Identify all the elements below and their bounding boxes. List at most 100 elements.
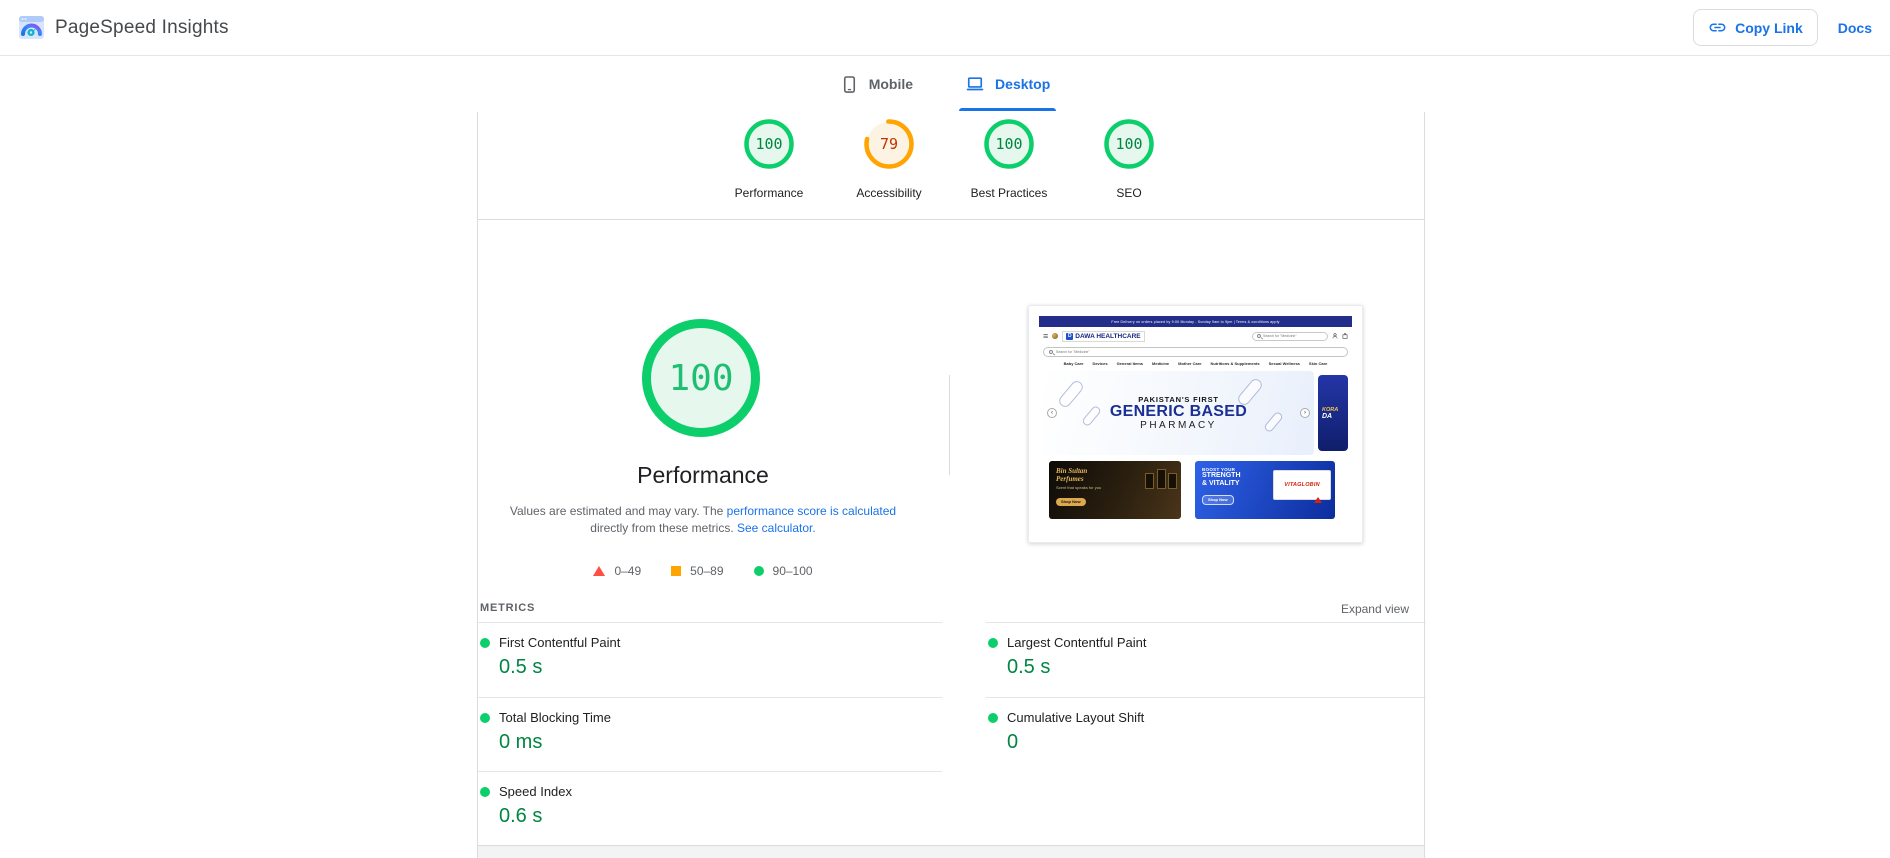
- metric-pass-dot-icon: [988, 712, 998, 723]
- site-logo-icon: D: [1066, 332, 1074, 340]
- site-account-icon: [1332, 333, 1338, 339]
- product-box-image: VITAGLOBIN: [1273, 470, 1331, 503]
- gauge-ring: 100: [984, 119, 1034, 169]
- tab-desktop-label: Desktop: [995, 76, 1051, 92]
- summary-gauge-seo[interactable]: 100 SEO: [1069, 119, 1189, 200]
- legend-fail-range: 0–49: [614, 564, 642, 578]
- score-legend: 0–49 50–89 90–100: [503, 564, 903, 578]
- brand: PageSpeed Insights: [18, 14, 229, 41]
- site-promo-perfume: Bin Sultan Perfumes Scent that speaks fo…: [1049, 461, 1181, 519]
- metric-pass-dot-icon: [480, 637, 490, 648]
- gauge-label: Best Practices: [970, 186, 1048, 200]
- side-banner-line-2: DA: [1322, 412, 1333, 420]
- metric-cumulative-layout-shift: Cumulative Layout Shift 0: [988, 710, 1428, 754]
- vertical-divider: [949, 375, 950, 475]
- tab-mobile-label: Mobile: [868, 76, 914, 92]
- metric-largest-contentful-paint: Largest Contentful Paint 0.5 s: [988, 635, 1428, 679]
- see-calculator-link[interactable]: See calculator.: [737, 521, 816, 535]
- report-card: 100 Performance 79 Accessibility 100 Bes…: [477, 112, 1428, 858]
- perfume-bottles-image: [1145, 469, 1177, 489]
- hero-line-3: PHARMACY: [1140, 420, 1217, 432]
- page: PageSpeed Insights Copy Link Docs Mobile…: [0, 0, 1890, 858]
- next-section-strip: [478, 846, 1424, 858]
- site-brand-name: DAWA HEALTHCARE: [1075, 332, 1141, 340]
- site-menu-icon: ≡: [1043, 330, 1049, 341]
- app-header: PageSpeed Insights Copy Link Docs: [0, 0, 1890, 56]
- legend-pass-range: 90–100: [772, 564, 813, 578]
- section-divider: [478, 219, 1424, 220]
- performance-calc-link[interactable]: performance score is calculated: [727, 504, 896, 518]
- app-title: PageSpeed Insights: [55, 16, 229, 38]
- gauge-ring: 79: [864, 119, 914, 169]
- gauge-score: 100: [1115, 135, 1143, 153]
- hero-line-2: GENERIC BASED: [1109, 402, 1248, 420]
- metric-pass-dot-icon: [480, 786, 490, 797]
- tab-active-underline: [959, 108, 1057, 111]
- metric-first-contentful-paint: First Contentful Paint 0.5 s: [480, 635, 920, 679]
- link-icon: [1708, 18, 1727, 37]
- average-square-icon: [671, 566, 682, 576]
- site-cart-icon: [1342, 333, 1348, 339]
- capsule-decoration: [1056, 378, 1086, 410]
- product-name: VITAGLOBIN: [1284, 482, 1320, 488]
- site-hero: PAKISTAN'S FIRST GENERIC BASED PHARMACY …: [1043, 371, 1348, 455]
- site-hero-banner: PAKISTAN'S FIRST GENERIC BASED PHARMACY …: [1043, 371, 1314, 455]
- performance-score: 100: [668, 357, 734, 399]
- performance-description: Values are estimated and may vary. The p…: [500, 503, 906, 537]
- site-nav-item: Skin Care: [1308, 361, 1328, 366]
- search-icon: [1257, 334, 1261, 338]
- mobile-phone-icon: [840, 75, 859, 94]
- docs-link[interactable]: Docs: [1838, 20, 1872, 36]
- gauge-score: 100: [755, 135, 783, 153]
- carousel-next-icon: ›: [1300, 408, 1310, 418]
- promo-cta: Shop Now: [1056, 497, 1086, 506]
- site-header-search: Search for "Medicine": [1252, 331, 1328, 341]
- search-icon: [1049, 350, 1053, 354]
- legend-fail: 0–49: [593, 564, 641, 578]
- gauge-score: 79: [879, 135, 899, 153]
- pass-circle-icon: [753, 566, 764, 576]
- gauge-score: 100: [995, 135, 1023, 153]
- page-screenshot-thumbnail[interactable]: Free Delivery on orders placed by 9:00 M…: [1028, 305, 1363, 543]
- metric-name: Largest Contentful Paint: [1007, 635, 1147, 650]
- carousel-prev-icon: ‹: [1047, 408, 1057, 418]
- fail-triangle-icon: [593, 566, 606, 576]
- legend-pass: 90–100: [753, 564, 813, 578]
- tab-desktop[interactable]: Desktop: [959, 56, 1057, 112]
- summary-gauge-performance[interactable]: 100 Performance: [709, 119, 829, 200]
- legend-average-range: 50–89: [690, 564, 724, 578]
- capsule-decoration: [1235, 376, 1265, 408]
- site-header: ≡ D DAWA HEALTHCARE Search for "Medicine…: [1039, 327, 1352, 345]
- site-nav-item: Medicine: [1152, 361, 1170, 366]
- gauge-ring: 100: [744, 119, 794, 169]
- summary-gauge-best-practices[interactable]: 100 Best Practices: [949, 119, 1069, 200]
- metric-speed-index: Speed Index 0.6 s: [480, 784, 920, 828]
- desktop-laptop-icon: [965, 74, 985, 94]
- metrics-divider: [986, 697, 1426, 698]
- expand-view-button[interactable]: Expand view: [1341, 602, 1409, 616]
- metrics-section-label: METRICS: [480, 602, 536, 614]
- site-nav: Baby Care Devices General Items Medicine…: [1039, 357, 1352, 370]
- summary-gauge-accessibility[interactable]: 79 Accessibility: [829, 119, 949, 200]
- performance-score-gauge: 100: [642, 319, 760, 437]
- capsule-decoration: [1262, 410, 1285, 434]
- metrics-divider: [478, 697, 942, 698]
- copy-link-button[interactable]: Copy Link: [1693, 9, 1818, 46]
- site-nav-item: General Items: [1116, 361, 1144, 366]
- pagespeed-logo-icon: [18, 14, 45, 41]
- metric-value: 0: [1007, 731, 1019, 753]
- screenshot-site: Free Delivery on orders placed by 9:00 M…: [1039, 316, 1352, 532]
- site-search-bar: Search for "Medicine": [1043, 347, 1348, 357]
- site-search-text: Search for "Medicine": [1263, 334, 1297, 338]
- metric-value: 0 ms: [499, 731, 543, 753]
- tab-mobile[interactable]: Mobile: [840, 56, 913, 112]
- gauge-label: Performance: [734, 186, 804, 200]
- desc-text-1: Values are estimated and may vary. The: [509, 504, 727, 518]
- metric-name: Speed Index: [499, 784, 573, 799]
- metric-name: Total Blocking Time: [499, 710, 611, 725]
- metrics-divider: [986, 622, 1426, 623]
- promo-cta: Shop Now: [1202, 494, 1234, 505]
- site-promo-vitaglobin: BOOST YOUR STRENGTH & VITALITY Shop Now …: [1195, 461, 1335, 519]
- site-nav-item: Baby Care: [1063, 361, 1084, 366]
- metric-value: 0.5 s: [499, 656, 543, 678]
